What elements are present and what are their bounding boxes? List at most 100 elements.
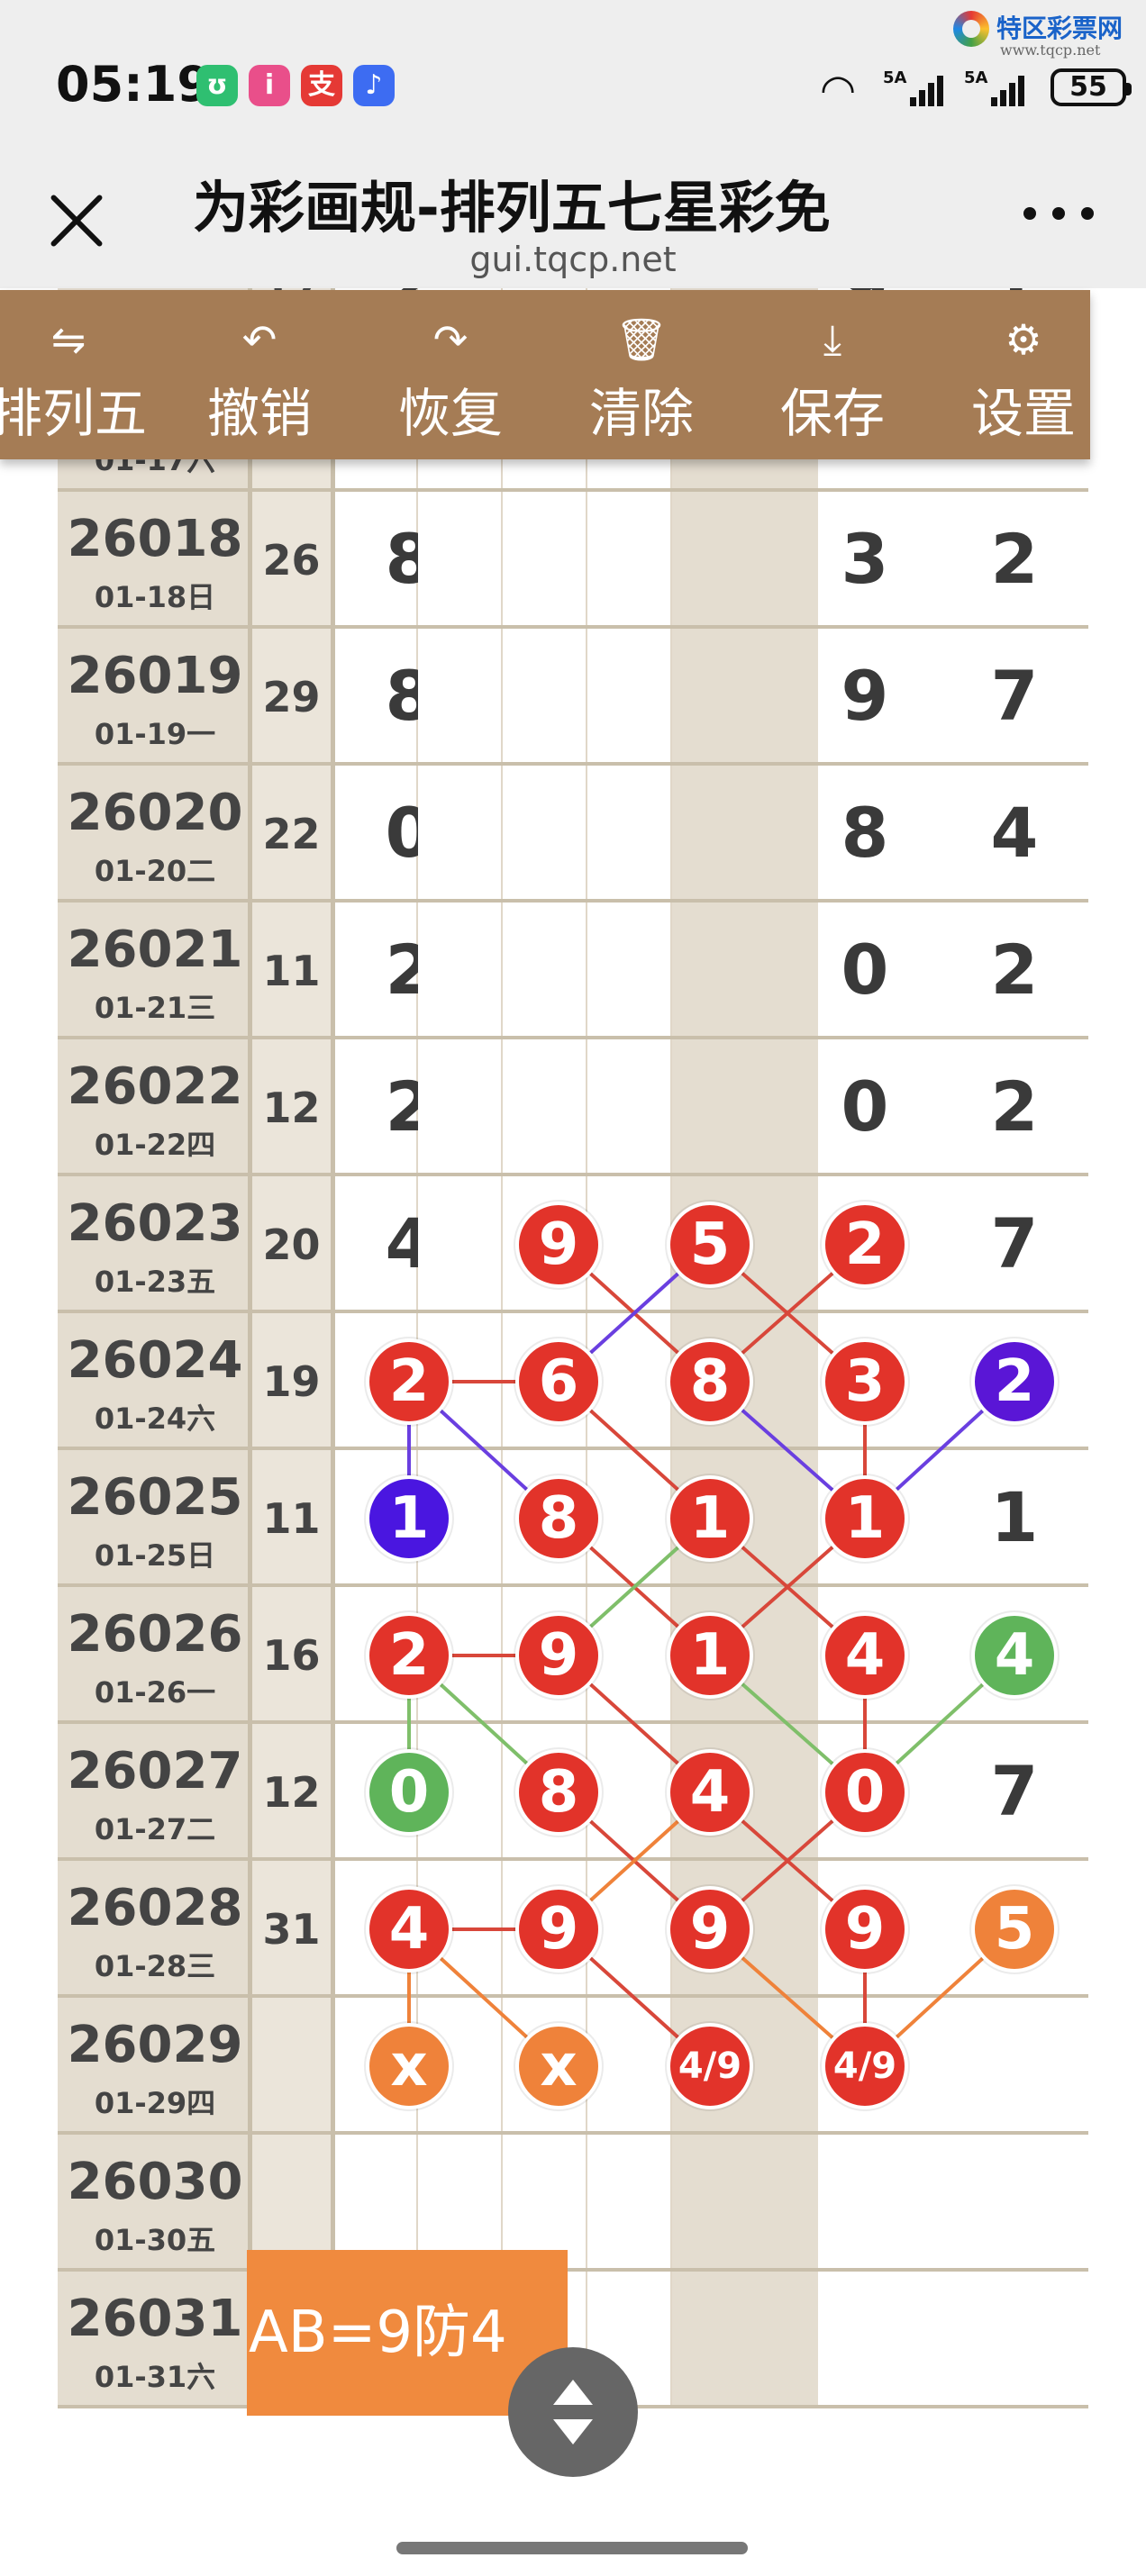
digit-cell[interactable] — [672, 2135, 818, 2272]
digit-cell[interactable] — [672, 1039, 818, 1176]
digit-cell[interactable] — [503, 766, 587, 903]
number-ball[interactable]: 4/9 — [667, 2023, 753, 2109]
number-ball[interactable]: x — [515, 2023, 602, 2109]
sum-cell: 12 — [252, 1039, 335, 1176]
digit-cell[interactable] — [587, 1039, 672, 1176]
number-ball[interactable]: 1 — [366, 1475, 452, 1562]
number-ball[interactable]: 2 — [366, 1612, 452, 1699]
issue-cell: 26022 01-22四 — [58, 1039, 252, 1176]
toolbar-undo-button[interactable]: ↶ 撤销 — [164, 290, 355, 459]
page-url: gui.tqcp.net — [469, 240, 677, 279]
number-ball[interactable]: 9 — [822, 1886, 908, 1973]
number-ball[interactable]: 4 — [366, 1886, 452, 1973]
toolbar-pailiewu-button[interactable]: ⇋ 排列五 — [0, 290, 164, 459]
table-row: 2602001-20二2209584 — [58, 766, 1088, 903]
number-ball[interactable]: 2 — [822, 1202, 908, 1288]
issue-date: 01-24六 — [94, 1401, 216, 1436]
toolbar-clear-label: 清除 — [588, 383, 694, 444]
digit-cell[interactable] — [418, 1176, 503, 1313]
toolbar-clear-button[interactable]: 🗑 清除 — [546, 290, 737, 459]
issue-cell: 26029 01-29四 — [58, 1998, 252, 2135]
watermark-logo-icon — [953, 11, 989, 47]
digit-cell[interactable] — [587, 2135, 672, 2272]
number-ball[interactable]: 9 — [515, 1612, 602, 1699]
digit-cell[interactable] — [503, 903, 587, 1039]
browser-header: 为彩画规-排列五七星彩免 gui.tqcp.net — [0, 153, 1146, 288]
digit-value: 7 — [990, 1751, 1039, 1831]
issue-cell: 26026 01-26一 — [58, 1587, 252, 1724]
digit-cell[interactable] — [672, 492, 818, 629]
sum-cell — [252, 1998, 335, 2135]
battery-icon: 55 — [1050, 68, 1132, 106]
number-ball[interactable]: 6 — [515, 1338, 602, 1425]
number-ball[interactable]: 8 — [515, 1749, 602, 1836]
sum-cell: 29 — [252, 629, 335, 766]
number-ball[interactable]: 5 — [667, 1202, 753, 1288]
digit-cell[interactable] — [587, 903, 672, 1039]
number-ball[interactable]: 9 — [515, 1886, 602, 1973]
toolbar-settings-button[interactable]: ⚙ 设置 — [928, 290, 1090, 459]
sum-cell: 11 — [252, 903, 335, 1039]
digit-cell[interactable] — [672, 629, 818, 766]
number-ball[interactable]: 1 — [667, 1612, 753, 1699]
digit-value: 2 — [990, 930, 1039, 1010]
toolbar-save-button[interactable]: ⤓ 保存 — [737, 290, 928, 459]
digit-value: 1 — [990, 1477, 1039, 1557]
alipay-icon: 支 — [301, 65, 342, 106]
table-row: 2602201-22四1225502 — [58, 1039, 1088, 1176]
toolbar-settings-icon: ⚙ — [1005, 315, 1042, 364]
digit-value: 4 — [990, 793, 1039, 873]
issue-date: 01-22四 — [94, 1128, 216, 1162]
table-row: 2602101-21三1126302 — [58, 903, 1088, 1039]
digit-cell[interactable] — [587, 766, 672, 903]
system-icons: ◠ 5A 5A 55 — [802, 65, 1132, 113]
digit-value: 7 — [990, 1203, 1039, 1283]
number-ball[interactable]: 0 — [366, 1749, 452, 1836]
sum-cell: 22 — [252, 766, 335, 903]
digit-cell[interactable] — [503, 629, 587, 766]
number-ball[interactable]: 4 — [667, 1749, 753, 1836]
sum-cell: 19 — [252, 1313, 335, 1450]
more-options-icon[interactable] — [1023, 207, 1096, 225]
digit-cell[interactable] — [503, 1039, 587, 1176]
issue-cell: 26028 01-28三 — [58, 1861, 252, 1998]
number-ball[interactable]: 8 — [667, 1338, 753, 1425]
issue-number: 26025 — [67, 1468, 243, 1527]
number-ball[interactable]: 8 — [515, 1475, 602, 1562]
number-ball[interactable]: 2 — [366, 1338, 452, 1425]
digit-cell[interactable] — [672, 766, 818, 903]
digit-cell[interactable] — [587, 629, 672, 766]
toolbar-pailiewu-label: 排列五 — [0, 383, 147, 444]
digit-cell[interactable] — [672, 2272, 818, 2408]
digit-cell[interactable] — [587, 492, 672, 629]
arrow-up-icon — [553, 2380, 593, 2405]
number-ball[interactable]: 3 — [822, 1338, 908, 1425]
scroll-handle[interactable] — [508, 2347, 638, 2477]
number-ball[interactable]: x — [366, 2023, 452, 2109]
number-ball[interactable]: 4 — [971, 1612, 1058, 1699]
home-indicator[interactable] — [396, 2542, 748, 2554]
number-ball[interactable]: 4/9 — [822, 2023, 908, 2109]
issue-date: 01-31六 — [94, 2360, 216, 2394]
toolbar-redo-icon: ↷ — [432, 315, 468, 364]
issue-date: 01-18日 — [94, 580, 216, 614]
number-ball[interactable]: 9 — [515, 1202, 602, 1288]
issue-cell: 26018 01-18日 — [58, 492, 252, 629]
toolbar-settings-label: 设置 — [970, 383, 1076, 444]
number-ball[interactable]: 1 — [667, 1475, 753, 1562]
number-ball[interactable]: 1 — [822, 1475, 908, 1562]
toolbar-redo-button[interactable]: ↷ 恢复 — [355, 290, 546, 459]
digit-cell[interactable] — [503, 492, 587, 629]
number-ball[interactable]: 4 — [822, 1612, 908, 1699]
number-ball[interactable]: 0 — [822, 1749, 908, 1836]
watermark: 特区彩票网 www.tqcp.net — [953, 7, 1133, 61]
number-ball[interactable]: 2 — [971, 1338, 1058, 1425]
issue-number: 26021 — [67, 921, 243, 979]
digit-value: 7 — [990, 656, 1039, 736]
issue-date: 01-27二 — [94, 1812, 216, 1846]
digit-cell[interactable] — [672, 903, 818, 1039]
toolbar-save-icon: ⤓ — [823, 315, 842, 364]
number-ball[interactable]: 5 — [971, 1886, 1058, 1973]
number-ball[interactable]: 9 — [667, 1886, 753, 1973]
issue-date: 01-28三 — [94, 1949, 216, 1983]
